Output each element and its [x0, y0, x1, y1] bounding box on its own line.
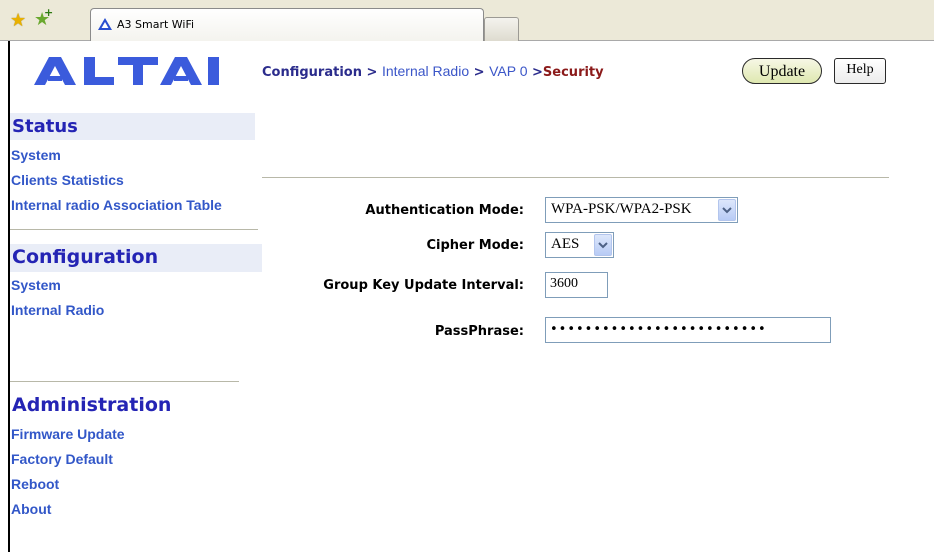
- breadcrumb-current-security: Security: [542, 65, 604, 80]
- sidebar-item-internal-radio[interactable]: Internal Radio: [11, 302, 104, 318]
- breadcrumb-separator: >: [473, 65, 485, 80]
- breadcrumb-separator: >: [532, 65, 543, 80]
- sidebar-item-association-table[interactable]: Internal radio Association Table: [11, 197, 222, 213]
- group-key-interval-input[interactable]: 3600: [545, 272, 608, 298]
- browser-tab[interactable]: A3 Smart WiFi: [90, 8, 484, 41]
- altai-favicon-icon: [98, 18, 112, 30]
- chevron-down-icon[interactable]: [594, 234, 612, 256]
- update-button[interactable]: Update: [742, 58, 822, 84]
- sidebar-section-status: Status: [10, 113, 255, 140]
- sidebar-divider: [10, 229, 258, 230]
- sidebar-section-administration: Administration: [12, 394, 172, 416]
- sidebar-divider: [10, 381, 239, 382]
- sidebar-item-config-system[interactable]: System: [11, 277, 61, 293]
- breadcrumb-separator: >: [366, 65, 378, 80]
- content-divider: [262, 177, 889, 178]
- cipher-mode-value: AES: [551, 236, 580, 252]
- breadcrumb-configuration: Configuration: [262, 65, 362, 80]
- breadcrumb: Configuration > Internal Radio > VAP 0 >…: [262, 63, 604, 80]
- passphrase-label: PassPhrase:: [434, 324, 524, 339]
- sidebar-item-reboot[interactable]: Reboot: [11, 476, 59, 492]
- new-tab-button[interactable]: [484, 17, 519, 41]
- browser-tab-bar: ★ ★ + A3 Smart WiFi: [0, 0, 934, 41]
- add-favorite-icon[interactable]: ★ +: [34, 6, 53, 30]
- group-key-interval-label: Group Key Update Interval:: [323, 278, 524, 293]
- browser-tab-title: A3 Smart WiFi: [117, 18, 195, 31]
- cipher-mode-label: Cipher Mode:: [426, 238, 525, 253]
- help-button[interactable]: Help: [834, 58, 886, 84]
- sidebar-item-status-system[interactable]: System: [11, 147, 61, 163]
- passphrase-input[interactable]: •••••••••••••••••••••••••: [545, 317, 831, 343]
- sidebar-item-about[interactable]: About: [11, 501, 51, 517]
- chevron-down-icon[interactable]: [718, 199, 736, 221]
- altai-logo: [34, 57, 219, 85]
- sidebar-section-configuration: Configuration: [10, 244, 262, 272]
- auth-mode-value: WPA-PSK/WPA2-PSK: [551, 201, 692, 217]
- auth-mode-select[interactable]: WPA-PSK/WPA2-PSK: [545, 197, 738, 223]
- sidebar-item-factory-default[interactable]: Factory Default: [11, 451, 113, 467]
- breadcrumb-internal-radio[interactable]: Internal Radio: [382, 63, 469, 79]
- breadcrumb-vap0[interactable]: VAP 0: [489, 63, 527, 79]
- cipher-mode-select[interactable]: AES: [545, 232, 614, 258]
- sidebar-item-clients-statistics[interactable]: Clients Statistics: [11, 172, 124, 188]
- page-frame: Configuration > Internal Radio > VAP 0 >…: [0, 41, 934, 552]
- favorites-star-icon[interactable]: ★: [10, 10, 26, 31]
- auth-mode-label: Authentication Mode:: [365, 203, 524, 218]
- sidebar-item-firmware-update[interactable]: Firmware Update: [11, 426, 125, 442]
